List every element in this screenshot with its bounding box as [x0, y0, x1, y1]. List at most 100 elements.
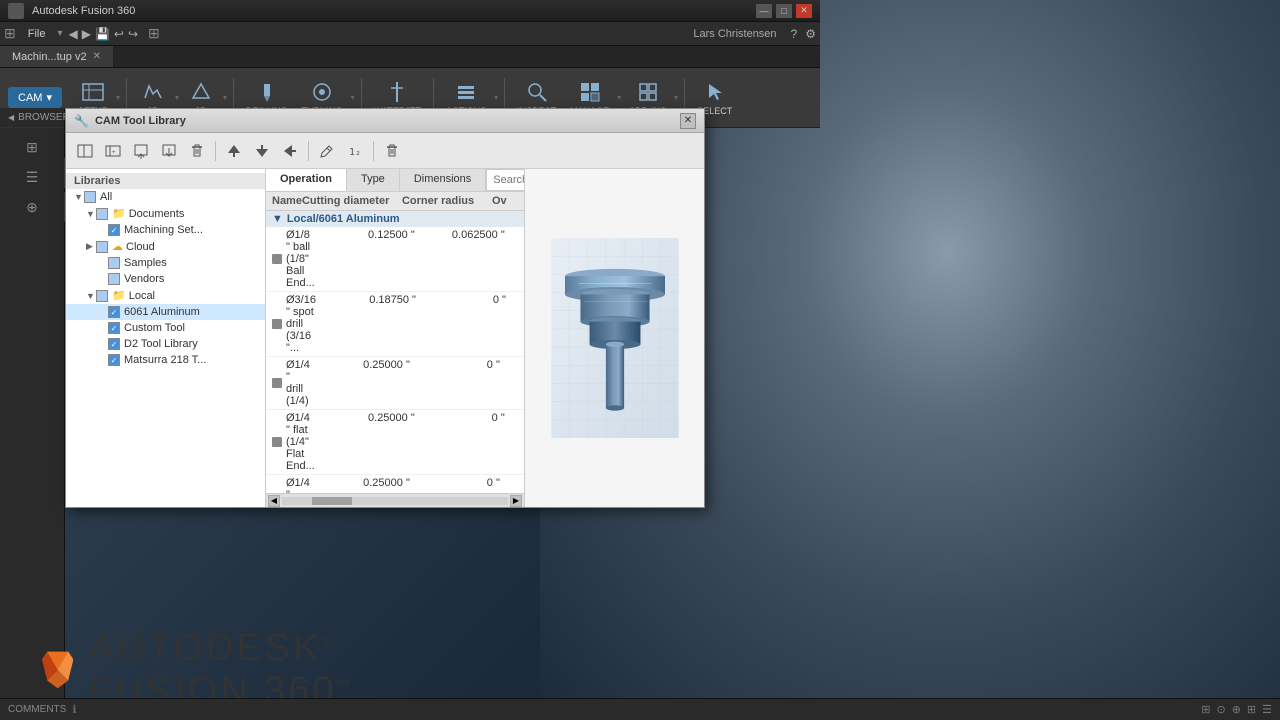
- docs-label: Documents: [129, 208, 185, 220]
- status-icon-4[interactable]: ⊞: [1247, 703, 1256, 716]
- cloud-checkbox[interactable]: [96, 241, 108, 253]
- minimize-button[interactable]: —: [756, 4, 772, 18]
- svg-text:1₂: 1₂: [349, 147, 361, 158]
- delete-library-btn[interactable]: [184, 138, 210, 164]
- all-checkbox[interactable]: [84, 191, 96, 203]
- local-checkbox[interactable]: [96, 290, 108, 302]
- waterjet-icon: [385, 80, 409, 104]
- machset-checkbox[interactable]: ✓: [108, 224, 120, 236]
- search-input[interactable]: [486, 169, 524, 191]
- vendors-label: Vendors: [124, 273, 164, 285]
- scroll-right-btn[interactable]: ▶: [510, 495, 522, 507]
- d2-checkbox[interactable]: ✓: [108, 338, 120, 350]
- samples-checkbox[interactable]: [108, 257, 120, 269]
- machset-label: Machining Set...: [124, 224, 203, 236]
- tool-name-cell: Ø1/4 " drill (1/4): [272, 359, 310, 407]
- local-folder-icon: 📁: [112, 289, 126, 302]
- menu-file[interactable]: File: [22, 26, 52, 42]
- lib-d2-tool-library[interactable]: ▶ ✓ D2 Tool Library: [66, 336, 265, 352]
- panel-btn-2[interactable]: ☰: [4, 162, 60, 192]
- custom-label: Custom Tool: [124, 322, 185, 334]
- dialog-sep2: [308, 141, 309, 161]
- toolbar-forward-icon[interactable]: ▶: [82, 27, 91, 41]
- scrollbar-track[interactable]: [282, 497, 508, 505]
- cam-label: CAM: [18, 92, 42, 104]
- vendors-checkbox[interactable]: [108, 273, 120, 285]
- toolbar-save-icon[interactable]: 💾: [95, 27, 110, 41]
- panel-btn-3[interactable]: ⊕: [4, 192, 60, 222]
- d2-label: D2 Tool Library: [124, 338, 198, 350]
- tab-close-button[interactable]: ✕: [93, 51, 101, 62]
- tab-type[interactable]: Type: [347, 169, 400, 191]
- lib-vendors[interactable]: ▶ Vendors: [66, 271, 265, 287]
- active-tab[interactable]: Machin...tup v2 ✕: [0, 46, 114, 67]
- status-icon-3[interactable]: ⊕: [1232, 703, 1241, 716]
- 6061-checkbox[interactable]: ✓: [108, 306, 120, 318]
- lib-documents[interactable]: ▼ 📁 Documents: [66, 205, 265, 222]
- table-row[interactable]: Ø1/4 " spot drill (1/4" Sp...0.25000 "0 …: [266, 475, 524, 493]
- toolbar-back-icon[interactable]: ◀: [69, 27, 78, 41]
- lib-6061-aluminum[interactable]: ▶ ✓ 6061 Aluminum: [66, 304, 265, 320]
- new-library-btn[interactable]: [72, 138, 98, 164]
- tab-operation[interactable]: Operation: [266, 169, 347, 191]
- lib-samples[interactable]: ▶ Samples: [66, 255, 265, 271]
- dialog-scrollbar[interactable]: ◀ ▶: [266, 493, 524, 507]
- setup-icon: [81, 80, 105, 104]
- cam-dropdown[interactable]: CAM ▾: [8, 87, 62, 108]
- local-label: Local: [129, 290, 155, 302]
- app-window: Autodesk Fusion 360 — □ ✕ ⊞ File ▾ ◀ ▶ 💾…: [0, 0, 820, 720]
- table-row[interactable]: Ø1/8 " ball (1/8" Ball End...0.12500 "0.…: [266, 227, 524, 292]
- dialog-close-button[interactable]: ✕: [680, 113, 696, 129]
- toolbar-sep7: ▾: [674, 93, 678, 102]
- lib-local[interactable]: ▼ 📁 Local: [66, 287, 265, 304]
- dialog-icon: 🔧: [74, 114, 89, 128]
- new-local-library-btn[interactable]: +: [100, 138, 126, 164]
- toolbar-sep3: ▾: [223, 93, 227, 102]
- maximize-button[interactable]: □: [776, 4, 792, 18]
- toolbar-redo-icon[interactable]: ↪: [128, 27, 138, 41]
- help-icon[interactable]: ?: [791, 27, 798, 41]
- import-btn[interactable]: [128, 138, 154, 164]
- table-row[interactable]: Ø1/4 " flat (1/4" Flat End...0.25000 "0 …: [266, 410, 524, 475]
- lib-all[interactable]: ▼ All: [66, 189, 265, 205]
- move-down-btn[interactable]: [249, 138, 275, 164]
- close-button[interactable]: ✕: [796, 4, 812, 18]
- docs-checkbox[interactable]: [96, 208, 108, 220]
- lib-cloud[interactable]: ▶ ☁ Cloud: [66, 238, 265, 255]
- lib-machining-set[interactable]: ▶ ✓ Machining Set...: [66, 222, 265, 238]
- col-cutting-diameter: Cutting diameter: [302, 195, 402, 207]
- matsurra-label: Matsurra 218 T...: [124, 354, 206, 366]
- lib-matsurra[interactable]: ▶ ✓ Matsurra 218 T...: [66, 352, 265, 368]
- cloud-label: Cloud: [126, 241, 155, 253]
- table-row[interactable]: Ø3/16 " spot drill (3/16 "...0.18750 "0 …: [266, 292, 524, 357]
- custom-checkbox[interactable]: ✓: [108, 322, 120, 334]
- matsurra-checkbox[interactable]: ✓: [108, 354, 120, 366]
- toolbar-undo-icon[interactable]: ↩: [114, 27, 124, 41]
- toolbar-sep1: ▾: [116, 93, 120, 102]
- app-icon: [8, 3, 24, 19]
- docs-folder-icon: 📁: [112, 207, 126, 220]
- browser-text: BROWSER: [18, 112, 70, 123]
- comments-label: COMMENTS: [8, 704, 66, 715]
- tool-group-header[interactable]: ▼ Local/6061 Aluminum: [266, 211, 524, 227]
- status-icon-1[interactable]: ⊞: [1201, 703, 1210, 716]
- renumber-btn[interactable]: 1₂: [342, 138, 368, 164]
- delete-tool-btn[interactable]: [379, 138, 405, 164]
- lib-custom-tool[interactable]: ▶ ✓ Custom Tool: [66, 320, 265, 336]
- scrollbar-thumb[interactable]: [312, 497, 352, 505]
- tab-dimensions[interactable]: Dimensions: [400, 169, 486, 191]
- actions-icon: [454, 80, 478, 104]
- scroll-left-btn[interactable]: ◀: [268, 495, 280, 507]
- status-icon-2[interactable]: ⊙: [1216, 703, 1225, 716]
- library-panel: Libraries ▼ All ▼ 📁 Documents ▶: [66, 169, 266, 507]
- status-icon-5[interactable]: ☰: [1262, 703, 1272, 716]
- edit-btn[interactable]: [314, 138, 340, 164]
- corner-radius-cell: 0 ": [410, 477, 500, 493]
- settings-icon[interactable]: ⚙: [805, 27, 816, 41]
- move-up-btn[interactable]: [221, 138, 247, 164]
- panel-btn-1[interactable]: ⊞: [4, 132, 60, 162]
- move-left-btn[interactable]: [277, 138, 303, 164]
- export-btn[interactable]: [156, 138, 182, 164]
- table-row[interactable]: Ø1/4 " drill (1/4)0.25000 "0 ": [266, 357, 524, 410]
- browser-arrow[interactable]: ◀: [8, 113, 14, 122]
